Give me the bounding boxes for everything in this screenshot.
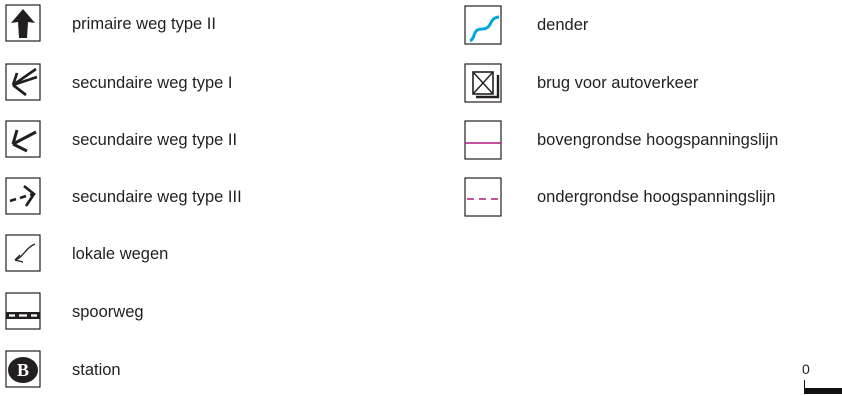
car-bridge-crossed-square-icon: [464, 63, 502, 103]
scale-zero-label: 0: [802, 361, 810, 377]
legend-label: station: [72, 361, 121, 379]
secondary-road-type-1-double-arrow-icon: [5, 63, 41, 101]
railway-dashed-line-icon: [5, 292, 41, 330]
legend-label: ondergrondse hoogspanningslijn: [537, 188, 776, 206]
secondary-road-type-3-dashed-arrow-icon: [5, 177, 41, 215]
legend-label: secundaire weg type I: [72, 74, 233, 92]
scale-bar: 0: [802, 362, 842, 396]
legend-label: primaire weg type II: [72, 15, 216, 33]
river-dender-blue-line-icon: [464, 5, 502, 45]
legend-label: brug voor autoverkeer: [537, 74, 699, 92]
secondary-road-type-2-arrow-icon: [5, 120, 41, 158]
legend-label: secundaire weg type II: [72, 131, 238, 149]
legend-label: dender: [537, 16, 589, 34]
legend-label: lokale wegen: [72, 245, 169, 263]
station-b-icon: B: [5, 350, 41, 388]
local-road-thin-arrow-icon: [5, 234, 41, 272]
scale-bar-segment: [804, 388, 842, 394]
station-letter: B: [17, 360, 29, 380]
legend-label: bovengrondse hoogspanningslijn: [537, 131, 779, 149]
overhead-power-line-solid-icon: [464, 120, 502, 160]
legend-label: secundaire weg type III: [72, 188, 242, 206]
scale-tick: [804, 380, 805, 388]
legend-label: spoorweg: [72, 303, 144, 321]
primary-road-type-2-arrow-icon: [5, 4, 41, 42]
underground-power-line-dashed-icon: [464, 177, 502, 217]
